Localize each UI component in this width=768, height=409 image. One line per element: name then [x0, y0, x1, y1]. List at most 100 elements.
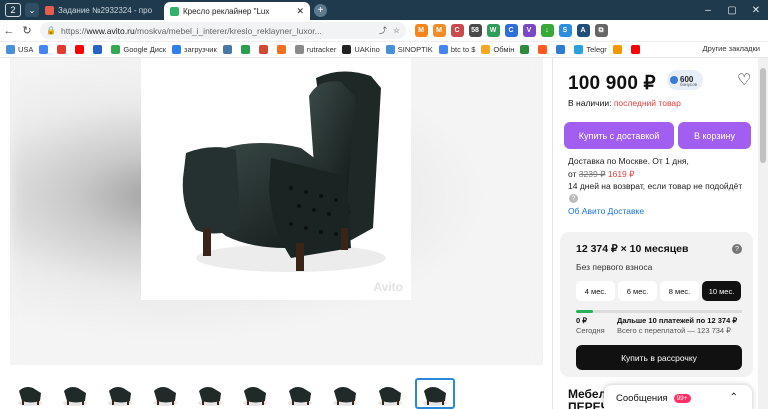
- bookmark-item[interactable]: Обмін: [481, 45, 514, 54]
- minimize-button[interactable]: –: [696, 5, 720, 16]
- gallery-thumbnail[interactable]: [190, 378, 230, 409]
- avito-delivery-link[interactable]: Об Авито Доставке: [568, 206, 644, 216]
- close-tab-icon[interactable]: ✕: [296, 6, 304, 17]
- bookmark-item[interactable]: [520, 45, 532, 54]
- bookmark-item[interactable]: загрузчик: [172, 45, 217, 54]
- bookmark-favicon-icon: [111, 45, 121, 54]
- bookmark-favicon-icon: [481, 45, 491, 54]
- bookmark-item[interactable]: [222, 45, 235, 54]
- chevron-up-icon[interactable]: ⌃: [730, 392, 738, 403]
- favorite-heart-icon[interactable]: ♡: [737, 70, 751, 90]
- bookmark-favicon-icon: [438, 45, 448, 54]
- gallery-thumbnail[interactable]: [415, 378, 455, 409]
- delivery-info: Доставка по Москве. От 1 дня, от 3239 ₽ …: [568, 155, 742, 193]
- bookmark-item[interactable]: [57, 45, 69, 54]
- ext-icon-7[interactable]: V: [522, 24, 536, 37]
- recliner-chair-image: [182, 71, 386, 272]
- term-option[interactable]: 8 мес.: [660, 281, 699, 301]
- bookmark-star-icon[interactable]: ☆: [393, 26, 400, 35]
- download-icon[interactable]: ↓: [540, 24, 554, 37]
- buy-with-delivery-button[interactable]: Купить с доставкой: [564, 122, 674, 149]
- avito-favicon-icon: [170, 6, 179, 16]
- gallery-thumbnail[interactable]: [145, 378, 185, 409]
- share-icon[interactable]: ⤴: [379, 25, 387, 36]
- back-icon[interactable]: ←: [0, 25, 18, 37]
- ext-icon-10[interactable]: A: [576, 24, 590, 37]
- bookmark-item[interactable]: btc to $: [438, 45, 475, 54]
- bookmark-item[interactable]: [93, 45, 105, 54]
- bookmark-item[interactable]: [630, 45, 643, 54]
- tab-avito[interactable]: Кресло реклайнер "Lux ✕: [164, 2, 310, 20]
- bookmark-item[interactable]: [240, 45, 253, 54]
- lock-icon[interactable]: 🔒: [46, 26, 56, 35]
- bookmark-item[interactable]: [75, 45, 87, 54]
- messages-panel[interactable]: Сообщения 99+ ⌃: [604, 385, 752, 409]
- product-title-partial: Мебел ПЕРЕЧ: [568, 387, 610, 409]
- ext-icon-9[interactable]: S: [558, 24, 572, 37]
- return-policy: 14 дней на возврат, если товар не подойд…: [568, 181, 743, 191]
- ext-icon-6[interactable]: C: [504, 24, 518, 37]
- bookmark-item[interactable]: [612, 45, 625, 54]
- term-option[interactable]: 10 мес.: [702, 281, 741, 301]
- address-bar[interactable]: 🔒 https://www.avito.ru/moskva/mebel_i_in…: [40, 22, 406, 39]
- photo-gallery[interactable]: Avito: [10, 58, 543, 365]
- tab-task[interactable]: Задание №2932324 - про: [39, 0, 164, 20]
- bonus-badge[interactable]: 600 бонусов: [667, 70, 703, 90]
- bookmark-item[interactable]: [258, 45, 271, 54]
- close-window-button[interactable]: ✕: [744, 5, 768, 16]
- bookmark-item[interactable]: USA: [6, 45, 33, 54]
- help-icon[interactable]: ?: [732, 244, 742, 254]
- gallery-thumbnail[interactable]: [100, 378, 140, 409]
- gallery-thumbnail[interactable]: [280, 378, 320, 409]
- bookmark-item[interactable]: [39, 45, 51, 54]
- url-text: https://www.avito.ru/moskva/mebel_i_inte…: [60, 25, 322, 36]
- term-option[interactable]: 4 мес.: [576, 281, 615, 301]
- bookmark-item[interactable]: UAKino: [342, 45, 380, 54]
- stock-label: В наличии:: [568, 98, 612, 108]
- bookmark-item[interactable]: rutracker: [294, 45, 336, 54]
- gallery-thumbnail[interactable]: [55, 378, 95, 409]
- delivery-new-price: 1619 ₽: [607, 168, 635, 179]
- bookmark-item[interactable]: [276, 45, 289, 54]
- reload-icon[interactable]: ↻: [18, 24, 36, 37]
- term-selector: 4 мес. 6 мес. 8 мес. 10 мес.: [576, 281, 744, 301]
- bookmark-favicon-icon: [294, 45, 304, 54]
- bookmark-label: SINOPTIK: [397, 45, 433, 54]
- term-option[interactable]: 6 мес.: [618, 281, 657, 301]
- scrollbar[interactable]: [758, 58, 768, 409]
- installment-progress: [576, 310, 742, 313]
- bookmark-item[interactable]: Telegr: [574, 45, 607, 54]
- bookmark-item[interactable]: SINOPTIK: [385, 45, 433, 54]
- new-tab-button[interactable]: +: [314, 3, 327, 17]
- gallery-thumbnail[interactable]: [325, 378, 365, 409]
- other-bookmarks[interactable]: Другие закладки: [703, 44, 760, 53]
- metamask-icon[interactable]: M: [414, 24, 428, 37]
- main-product-photo[interactable]: Avito: [141, 58, 411, 300]
- ltc-icon[interactable]: 58: [468, 24, 482, 37]
- add-to-cart-button[interactable]: В корзину: [678, 122, 751, 149]
- question-icon[interactable]: ?: [569, 194, 578, 203]
- buy-installment-button[interactable]: Купить в рассрочку: [576, 345, 742, 370]
- pay-later: Дальше 10 платежей по 12 374 ₽ Всего с пе…: [617, 316, 738, 335]
- bookmark-favicon-icon: [57, 45, 67, 54]
- scrollbar-thumb[interactable]: [760, 68, 766, 163]
- bookmark-item[interactable]: [538, 45, 550, 54]
- bonus-icon: [670, 76, 678, 84]
- bookmark-item[interactable]: Google Диск: [111, 45, 166, 54]
- maximize-button[interactable]: ▢: [720, 5, 744, 16]
- bookmark-label: USA: [18, 45, 34, 54]
- ext-icon-5[interactable]: W: [486, 24, 500, 37]
- gallery-thumbnail[interactable]: [370, 378, 410, 409]
- tab-counter[interactable]: 2: [5, 3, 21, 17]
- ext-icon-3[interactable]: C: [450, 24, 464, 37]
- tab-list-chevron-icon[interactable]: ⌄: [25, 3, 39, 17]
- bookmark-item[interactable]: [556, 45, 568, 54]
- bookmark-favicon-icon: [612, 45, 622, 54]
- installment-subtitle: Без первого взноса: [576, 262, 653, 272]
- gallery-thumbnail[interactable]: [10, 378, 50, 409]
- ext-icon-2[interactable]: M: [432, 24, 446, 37]
- puzzle-icon[interactable]: ⧉: [594, 24, 608, 37]
- bonus-label: бонусов: [680, 82, 697, 87]
- gallery-thumbnail[interactable]: [235, 378, 275, 409]
- messages-label: Сообщения: [616, 392, 668, 404]
